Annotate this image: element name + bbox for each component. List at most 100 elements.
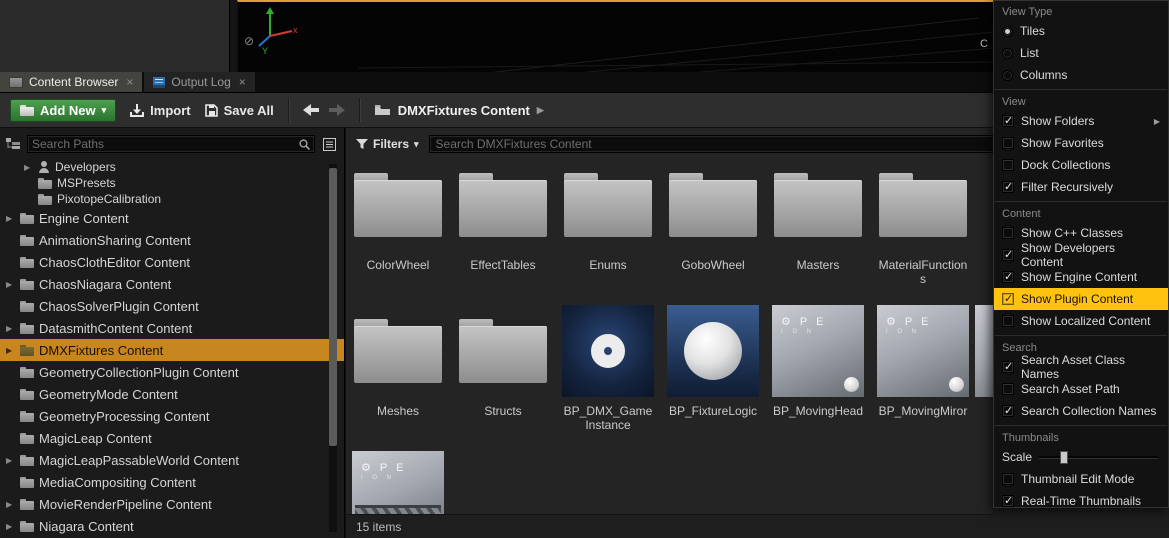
expand-arrow-icon[interactable]: ▶ <box>6 324 15 333</box>
sources-item-magicleappassableworld-content[interactable]: ▶ MagicLeapPassableWorld Content <box>0 449 344 471</box>
folder-icon <box>20 477 34 488</box>
menu-item-search-collection-names[interactable]: Search Collection Names <box>994 400 1168 422</box>
slider-handle[interactable] <box>1060 451 1068 464</box>
expand-arrow-icon[interactable]: ▶ <box>6 456 15 465</box>
sources-item-mediacompositing-content[interactable]: ▶ MediaCompositing Content <box>0 471 344 493</box>
checkbox-icon <box>1002 159 1014 171</box>
tab-output-log[interactable]: Output Log × <box>144 72 254 92</box>
menu-item-show-plugin-content[interactable]: Show Plugin Content <box>994 288 1168 310</box>
asset-tile-effecttables[interactable]: EffectTables <box>457 159 549 287</box>
breadcrumb-expand-icon[interactable]: ▶ <box>537 105 544 116</box>
menu-item-show-engine-content[interactable]: Show Engine Content <box>994 266 1168 288</box>
menu-item-list[interactable]: List <box>994 42 1168 64</box>
asset-tile-bp-dmx-gameinstance[interactable]: BP_DMX_Game Instance <box>562 305 654 433</box>
folder-icon <box>38 194 52 205</box>
menu-item-dock-collections[interactable]: Dock Collections <box>994 154 1168 176</box>
menu-item-show-favorites[interactable]: Show Favorites <box>994 132 1168 154</box>
folder-thumbnail <box>774 173 862 237</box>
sources-item-chaosclotheditor-content[interactable]: ▶ ChaosClothEditor Content <box>0 251 344 273</box>
sources-item-dmxfixtures-content[interactable]: ▶ DMXFixtures Content <box>0 339 344 361</box>
asset-tile-colorwheel[interactable]: ColorWheel <box>352 159 444 287</box>
level-viewport[interactable]: ⊘ x Y C <box>237 0 993 72</box>
sources-item-geometrymode-content[interactable]: ▶ GeometryMode Content <box>0 383 344 405</box>
save-all-button[interactable]: Save All <box>205 103 274 118</box>
menu-item-real-time-thumbnails[interactable]: Real-Time Thumbnails <box>994 490 1168 512</box>
asset-tile-masters[interactable]: Masters <box>772 159 864 287</box>
back-button[interactable] <box>303 104 319 116</box>
svg-text:Y: Y <box>262 46 268 56</box>
sources-item-pixotopecalibration[interactable]: ▶ PixotopeCalibration <box>0 191 344 207</box>
checkbox-icon <box>1002 361 1014 373</box>
asset-tile-bp-movinghead[interactable]: ⚙ P EI O N BP_MovingHead <box>772 305 864 433</box>
sources-item-movierenderpipeline-content[interactable]: ▶ MovieRenderPipeline Content <box>0 493 344 515</box>
menu-item-search-asset-class-names[interactable]: Search Asset Class Names <box>994 356 1168 378</box>
expand-arrow-icon[interactable]: ▶ <box>6 346 15 355</box>
sources-item-geometrycollectionplugin-content[interactable]: ▶ GeometryCollectionPlugin Content <box>0 361 344 383</box>
sources-item-chaossolverplugin-content[interactable]: ▶ ChaosSolverPlugin Content <box>0 295 344 317</box>
asset-tile-partial-bottom[interactable]: ⚙ P EI O N <box>352 451 444 514</box>
developers-icon <box>38 161 50 173</box>
output-log-icon <box>153 77 165 88</box>
sources-item-engine-content[interactable]: ▶ Engine Content <box>0 207 344 229</box>
sources-item-magicleap-content[interactable]: ▶ MagicLeap Content <box>0 427 344 449</box>
sources-item-animationsharing-content[interactable]: ▶ AnimationSharing Content <box>0 229 344 251</box>
menu-item-tiles[interactable]: Tiles <box>994 20 1168 42</box>
tree-toggle-icon <box>6 138 20 150</box>
checkbox-icon <box>1002 405 1014 417</box>
menu-item-filter-recursively[interactable]: Filter Recursively <box>994 176 1168 198</box>
menu-item-thumbnail-edit-mode[interactable]: Thumbnail Edit Mode <box>994 468 1168 490</box>
checkbox-icon <box>1002 227 1014 239</box>
sources-item-niagara-content[interactable]: ▶ Niagara Content <box>0 515 344 537</box>
menu-item-search-asset-path[interactable]: Search Asset Path <box>994 378 1168 400</box>
sources-item-datasmithcontent-content[interactable]: ▶ DatasmithContent Content <box>0 317 344 339</box>
checkbox-icon <box>1002 271 1014 283</box>
menu-item-show-localized-content[interactable]: Show Localized Content <box>994 310 1168 332</box>
expand-arrow-icon[interactable]: ▶ <box>6 522 15 531</box>
expand-arrow-icon[interactable]: ▶ <box>6 214 15 223</box>
folder-label: MovieRenderPipeline Content <box>39 497 212 512</box>
tab-content-browser[interactable]: Content Browser × <box>0 72 142 92</box>
expand-arrow-icon[interactable]: ▶ <box>24 163 33 172</box>
scrollbar-thumb[interactable] <box>329 168 337 446</box>
import-button[interactable]: Import <box>130 103 190 118</box>
asset-tile-materialfunctions[interactable]: MaterialFunctions <box>877 159 969 287</box>
close-tab-icon[interactable]: × <box>126 75 133 89</box>
asset-tile-structs[interactable]: Structs <box>457 305 549 433</box>
close-tab-icon[interactable]: × <box>239 75 246 89</box>
item-count: 15 items <box>356 520 401 534</box>
asset-tile-enums[interactable]: Enums <box>562 159 654 287</box>
folder-label: PixotopeCalibration <box>57 192 161 206</box>
folder-label: AnimationSharing Content <box>39 233 191 248</box>
sources-item-chaosniagara-content[interactable]: ▶ ChaosNiagara Content <box>0 273 344 295</box>
sources-scrollbar[interactable] <box>329 164 337 532</box>
checkbox-icon <box>1002 495 1014 507</box>
folder-label: Developers <box>55 160 116 174</box>
folder-icon <box>20 389 34 400</box>
sources-item-geometryprocessing-content[interactable]: ▶ GeometryProcessing Content <box>0 405 344 427</box>
menu-item-show-developers-content[interactable]: Show Developers Content <box>994 244 1168 266</box>
pe-logo: ⚙ P EI O N <box>781 315 826 337</box>
forward-button[interactable] <box>329 104 345 116</box>
sources-item-developers[interactable]: ▶ Developers <box>0 159 344 175</box>
expand-arrow-icon[interactable]: ▶ <box>6 280 15 289</box>
breadcrumb[interactable]: DMXFixtures Content ▶ <box>374 103 544 118</box>
menu-item-label: Thumbnail Edit Mode <box>1021 472 1134 486</box>
viewport-overlay-text: C <box>980 38 988 50</box>
expand-arrow-icon[interactable]: ▶ <box>6 500 15 509</box>
chevron-down-icon: ▾ <box>102 105 107 116</box>
sphere-icon <box>949 377 964 392</box>
sources-view-options-button[interactable] <box>320 135 338 153</box>
asset-tile-bp-fixturelogic[interactable]: BP_FixtureLogic <box>667 305 759 433</box>
asset-tile-gobowheel[interactable]: GoboWheel <box>667 159 759 287</box>
thumbnail-scale-slider[interactable] <box>1039 456 1158 459</box>
filters-button[interactable]: Filters ▾ <box>356 137 419 151</box>
folder-icon <box>20 367 34 378</box>
search-paths-input[interactable] <box>32 137 295 151</box>
menu-item-columns[interactable]: Columns <box>994 64 1168 86</box>
asset-tile-meshes[interactable]: Meshes <box>352 305 444 433</box>
collapse-sources-button[interactable] <box>4 135 22 153</box>
sources-item-mspresets[interactable]: ▶ MSPresets <box>0 175 344 191</box>
asset-tile-bp-movingmiror[interactable]: ⚙ P EI O N BP_MovingMiror <box>877 305 969 433</box>
menu-item-show-folders[interactable]: Show Folders ▶ <box>994 110 1168 132</box>
add-new-button[interactable]: Add New ▾ <box>10 99 116 122</box>
